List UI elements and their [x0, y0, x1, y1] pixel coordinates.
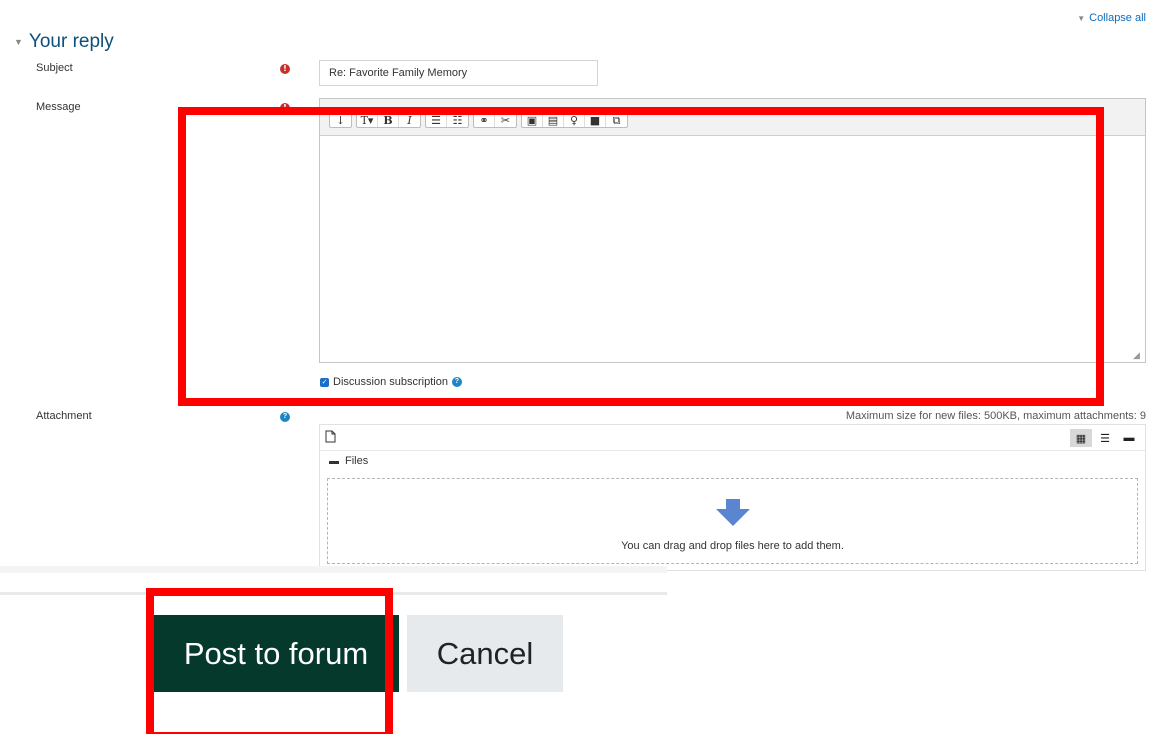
caret-down-icon: ▼ [1077, 13, 1086, 23]
file-picker: ▦ ☰ ▬ ▬ Files You can drag and drop file… [319, 424, 1146, 571]
message-label: Message [36, 101, 81, 113]
required-icon: ! [280, 64, 290, 74]
form-footer-bg [0, 566, 667, 573]
collapse-all-label: Collapse all [1089, 12, 1146, 24]
section-title: Your reply [28, 31, 114, 52]
drop-zone-text: You can drag and drop files here to add … [621, 540, 844, 552]
section-header-your-reply[interactable]: ▼ Your reply [14, 31, 114, 53]
file-picker-toolbar: ▦ ☰ ▬ [320, 425, 1145, 451]
cancel-button[interactable]: Cancel [407, 615, 563, 692]
download-arrow-icon [715, 499, 750, 529]
subject-input[interactable] [319, 60, 598, 86]
grid-view-icon[interactable]: ▦ [1070, 429, 1092, 447]
resize-handle-icon[interactable]: ◢ [1133, 350, 1140, 361]
help-icon[interactable]: ? [280, 412, 290, 422]
drop-zone[interactable]: You can drag and drop files here to add … [327, 478, 1138, 564]
path-label[interactable]: Files [345, 455, 368, 467]
subject-label: Subject [36, 62, 73, 74]
collapse-all-link[interactable]: ▼ Collapse all [1077, 12, 1146, 24]
list-view-icon[interactable]: ☰ [1094, 429, 1116, 447]
attachment-label: Attachment [36, 410, 92, 422]
highlight-box-post-button [146, 588, 393, 734]
add-file-icon[interactable] [325, 430, 339, 445]
view-switcher: ▦ ☰ ▬ [1070, 429, 1140, 447]
max-size-text: Maximum size for new files: 500KB, maxim… [845, 410, 1146, 422]
folder-view-icon[interactable]: ▬ [1118, 429, 1140, 447]
highlight-box-editor [178, 107, 1104, 406]
file-path-bar: ▬ Files [320, 451, 1145, 471]
caret-down-icon: ▼ [14, 37, 23, 47]
folder-icon: ▬ [329, 455, 339, 467]
